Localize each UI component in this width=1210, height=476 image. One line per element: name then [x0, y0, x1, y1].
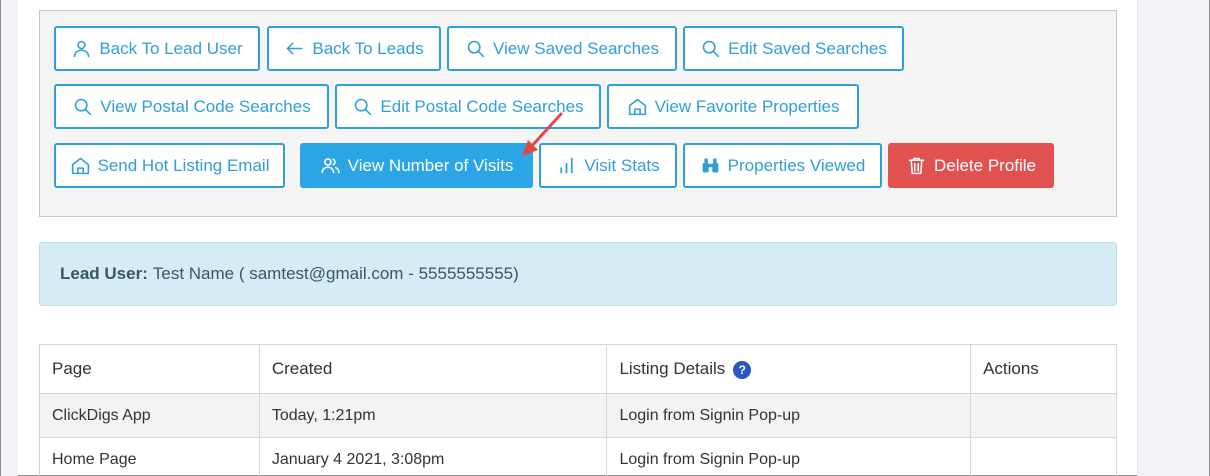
button-label: Send Hot Listing Email: [97, 156, 270, 175]
view-favorite-properties-button[interactable]: View Favorite Properties: [607, 84, 859, 129]
button-label: Back To Lead User: [99, 39, 243, 58]
search-icon: [467, 40, 485, 58]
cell-page: Home Page: [39, 437, 260, 476]
delete-profile-button[interactable]: Delete Profile: [888, 143, 1054, 188]
button-label: Edit Saved Searches: [728, 39, 887, 58]
edit-postal-code-searches-button[interactable]: Edit Postal Code Searches: [335, 84, 601, 129]
cell-actions: [970, 437, 1117, 476]
view-postal-code-searches-button[interactable]: View Postal Code Searches: [54, 84, 329, 129]
button-label: View Saved Searches: [492, 39, 659, 58]
bar-chart-icon: [560, 157, 573, 174]
back-to-leads-button[interactable]: Back To Leads: [267, 26, 441, 71]
button-label: Edit Postal Code Searches: [380, 97, 584, 116]
action-toolbar: Back To Lead User Back To Leads View Sav…: [39, 10, 1117, 217]
lead-user-info-banner: Lead User: Test Name ( samtest@gmail.com…: [39, 242, 1117, 306]
home-icon: [628, 98, 646, 116]
button-label: Visit Stats: [584, 156, 660, 175]
table-row: Home Page January 4 2021, 3:08pm Login f…: [39, 437, 1117, 476]
lead-user-label: Lead User:: [60, 264, 148, 283]
send-hot-listing-email-button[interactable]: Send Hot Listing Email: [54, 143, 285, 188]
binoculars-icon: [702, 158, 719, 173]
view-number-of-visits-button[interactable]: View Number of Visits: [300, 143, 533, 188]
button-label: Properties Viewed: [727, 156, 866, 175]
column-header-listing-details-label: Listing Details: [619, 359, 726, 378]
cell-listing-details: Login from Signin Pop-up: [606, 393, 972, 438]
cell-page: ClickDigs App: [39, 393, 260, 438]
button-label: Delete Profile: [933, 156, 1037, 175]
table-header-row: Page Created Listing Details? Actions: [39, 344, 1117, 394]
column-header-page: Page: [39, 344, 260, 394]
properties-viewed-button[interactable]: Properties Viewed: [683, 143, 882, 188]
search-icon: [74, 98, 92, 116]
cell-listing-details: Login from Signin Pop-up: [606, 437, 972, 476]
back-to-lead-user-button[interactable]: Back To Lead User: [54, 26, 260, 71]
trash-icon: [908, 157, 925, 175]
visits-table: Page Created Listing Details? Actions Cl…: [39, 344, 1117, 476]
left-gutter: [1, 0, 18, 476]
search-icon: [355, 98, 372, 116]
user-icon: [74, 40, 90, 58]
view-saved-searches-button[interactable]: View Saved Searches: [447, 26, 677, 71]
column-header-actions: Actions: [970, 344, 1117, 394]
right-gutter: [1137, 0, 1209, 476]
home-icon: [71, 157, 89, 175]
help-icon[interactable]: ?: [733, 360, 752, 379]
cell-created: Today, 1:21pm: [258, 393, 608, 438]
column-header-created: Created: [258, 344, 608, 394]
table-row: ClickDigs App Today, 1:21pm Login from S…: [39, 393, 1117, 438]
cell-created: January 4 2021, 3:08pm: [258, 437, 608, 476]
lead-user-value: Test Name ( samtest@gmail.com - 55555555…: [152, 264, 519, 283]
arrow-left-icon: [287, 42, 303, 55]
users-icon: [321, 158, 340, 174]
search-icon: [702, 40, 720, 58]
column-header-listing-details: Listing Details?: [606, 344, 972, 394]
button-label: View Postal Code Searches: [100, 97, 311, 116]
button-label: View Number of Visits: [347, 156, 514, 175]
button-label: View Favorite Properties: [654, 97, 840, 116]
cell-actions: [970, 393, 1117, 438]
edit-saved-searches-button[interactable]: Edit Saved Searches: [683, 26, 904, 71]
visit-stats-button[interactable]: Visit Stats: [539, 143, 677, 188]
button-label: Back To Leads: [312, 39, 424, 58]
